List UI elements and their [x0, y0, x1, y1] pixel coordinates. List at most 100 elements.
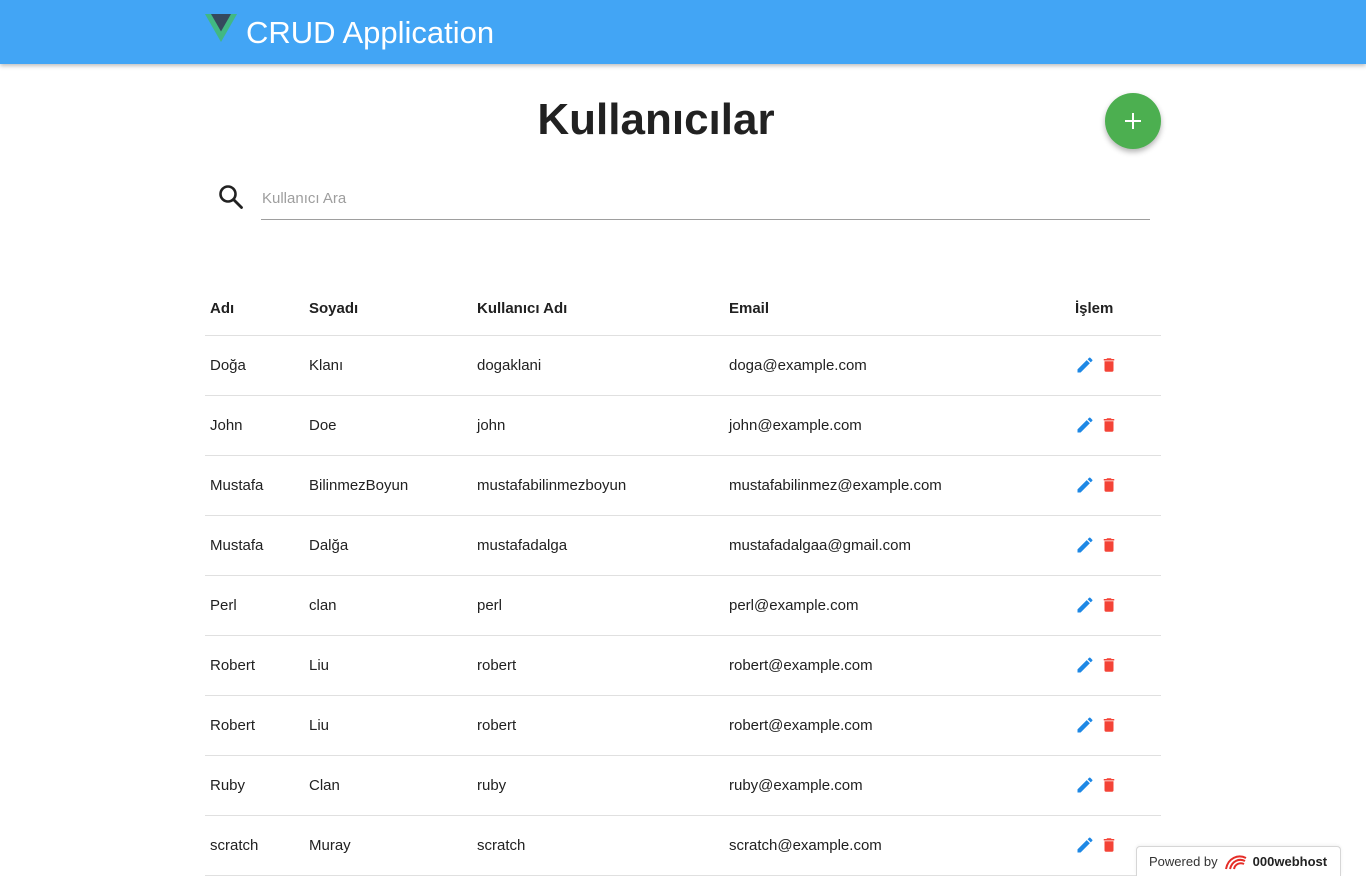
cell-last-name: BilinmezBoyun: [304, 455, 472, 516]
table-row: Robert Liu robert robert@example.com: [205, 695, 1161, 756]
column-header-first-name: Adı: [205, 283, 304, 336]
app-bar: CRUD Application: [0, 0, 1366, 64]
cell-actions: [1070, 755, 1161, 816]
cell-last-name: Clan: [304, 755, 472, 816]
cell-email: john@example.com: [724, 395, 1070, 456]
cell-email: mustafadalgaa@gmail.com: [724, 515, 1070, 576]
cell-last-name: Liu: [304, 695, 472, 756]
cell-actions: [1070, 515, 1161, 576]
edit-button[interactable]: [1075, 534, 1095, 556]
table-row: Ruby Clan ruby ruby@example.com: [205, 755, 1161, 816]
cell-actions: [1070, 455, 1161, 516]
cell-first-name: Robert: [205, 695, 304, 756]
powered-by-text: Powered by: [1149, 854, 1218, 869]
trash-icon: [1100, 715, 1118, 735]
trash-icon: [1100, 775, 1118, 795]
cell-last-name: Klanı: [304, 335, 472, 396]
add-user-button[interactable]: [1105, 93, 1161, 149]
table-row: Doğa Klanı dogaklani doga@example.com: [205, 335, 1161, 396]
cell-email: doga@example.com: [724, 335, 1070, 396]
cell-username: scratch: [472, 815, 724, 876]
powered-by-badge[interactable]: Powered by 000webhost: [1136, 846, 1341, 876]
edit-button[interactable]: [1075, 414, 1095, 436]
table-row: John Doe john john@example.com: [205, 395, 1161, 456]
cell-username: robert: [472, 695, 724, 756]
delete-button[interactable]: [1099, 414, 1119, 436]
table-row: scratch Muray scratch scratch@example.com: [205, 815, 1161, 876]
delete-button[interactable]: [1099, 534, 1119, 556]
trash-icon: [1100, 835, 1118, 855]
app-title: CRUD Application: [246, 15, 495, 50]
cell-actions: [1070, 335, 1161, 396]
cell-email: mustafabilinmez@example.com: [724, 455, 1070, 516]
delete-button[interactable]: [1099, 774, 1119, 796]
cell-username: mustafabilinmezboyun: [472, 455, 724, 516]
delete-button[interactable]: [1099, 714, 1119, 736]
column-header-last-name: Soyadı: [304, 283, 472, 336]
delete-button[interactable]: [1099, 654, 1119, 676]
pencil-icon: [1075, 355, 1095, 375]
cell-username: perl: [472, 575, 724, 636]
trash-icon: [1100, 655, 1118, 675]
edit-button[interactable]: [1075, 654, 1095, 676]
cell-email: robert@example.com: [724, 695, 1070, 756]
cell-first-name: Mustafa: [205, 455, 304, 516]
row-actions: [1075, 594, 1156, 616]
cell-last-name: Doe: [304, 395, 472, 456]
delete-button[interactable]: [1099, 474, 1119, 496]
edit-button[interactable]: [1075, 354, 1095, 376]
column-header-actions: İşlem: [1070, 283, 1161, 336]
edit-button[interactable]: [1075, 474, 1095, 496]
row-actions: [1075, 534, 1156, 556]
table-row: Mustafa BilinmezBoyun mustafabilinmezboyun…: [205, 455, 1161, 516]
trash-icon: [1100, 595, 1118, 615]
row-actions: [1075, 774, 1156, 796]
pencil-icon: [1075, 775, 1095, 795]
pencil-icon: [1075, 715, 1095, 735]
edit-button[interactable]: [1075, 834, 1095, 856]
cell-email: scratch@example.com: [724, 815, 1070, 876]
pencil-icon: [1075, 535, 1095, 555]
cell-username: robert: [472, 635, 724, 696]
search-input[interactable]: [261, 180, 1150, 220]
cell-first-name: Ruby: [205, 755, 304, 816]
table-row: Robert Liu robert robert@example.com: [205, 635, 1161, 696]
edit-button[interactable]: [1075, 774, 1095, 796]
webhost-logo-icon: [1224, 854, 1247, 869]
cell-first-name: Perl: [205, 575, 304, 636]
row-actions: [1075, 354, 1156, 376]
trash-icon: [1100, 415, 1118, 435]
users-table: Adı Soyadı Kullanıcı Adı Email İşlem Doğ…: [205, 283, 1161, 876]
cell-first-name: Mustafa: [205, 515, 304, 576]
cell-email: ruby@example.com: [724, 755, 1070, 816]
row-actions: [1075, 714, 1156, 736]
row-actions: [1075, 474, 1156, 496]
delete-button[interactable]: [1099, 354, 1119, 376]
cell-actions: [1070, 395, 1161, 456]
cell-first-name: Robert: [205, 635, 304, 696]
plus-icon: [1125, 113, 1141, 129]
badge-brand-name: 000webhost: [1252, 854, 1328, 869]
table-body: Doğa Klanı dogaklani doga@example.com John Do…: [205, 335, 1161, 876]
cell-actions: [1070, 695, 1161, 756]
cell-actions: [1070, 575, 1161, 636]
edit-button[interactable]: [1075, 714, 1095, 736]
delete-button[interactable]: [1099, 834, 1119, 856]
cell-username: dogaklani: [472, 335, 724, 396]
row-actions: [1075, 654, 1156, 676]
cell-first-name: John: [205, 395, 304, 456]
pencil-icon: [1075, 595, 1095, 615]
trash-icon: [1100, 475, 1118, 495]
cell-email: robert@example.com: [724, 635, 1070, 696]
table-row: Mustafa Dalğa mustafadalga mustafadalgaa@gm…: [205, 515, 1161, 576]
delete-button[interactable]: [1099, 594, 1119, 616]
pencil-icon: [1075, 415, 1095, 435]
edit-button[interactable]: [1075, 594, 1095, 616]
table-row: Perl clan perl perl@example.com: [205, 575, 1161, 636]
trash-icon: [1100, 355, 1118, 375]
cell-last-name: Liu: [304, 635, 472, 696]
column-header-username: Kullanıcı Adı: [472, 283, 724, 336]
pencil-icon: [1075, 475, 1095, 495]
cell-username: mustafadalga: [472, 515, 724, 576]
cell-last-name: Dalğa: [304, 515, 472, 576]
